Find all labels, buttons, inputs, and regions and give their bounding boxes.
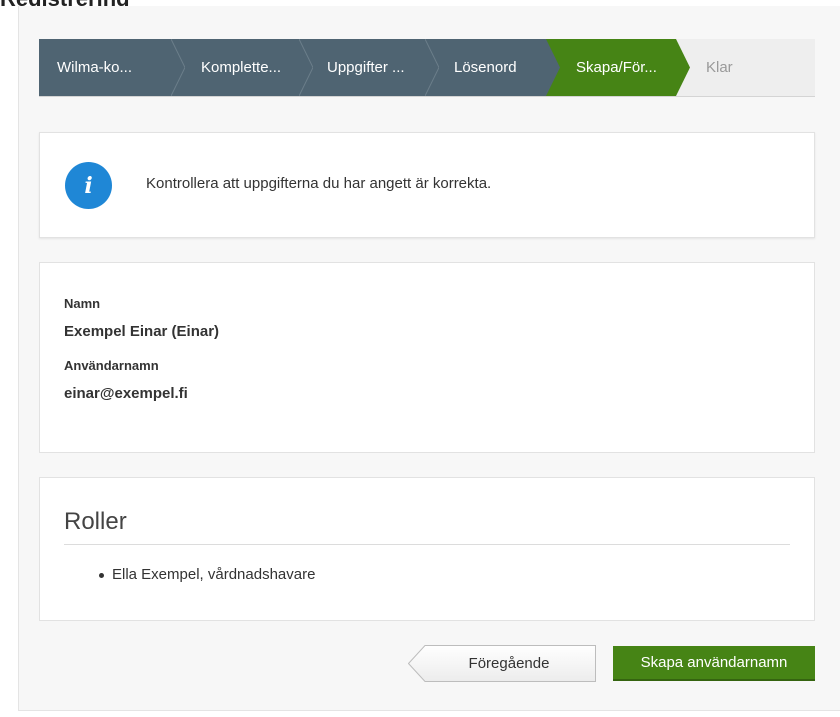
step-label: Uppgifter ... bbox=[327, 59, 405, 76]
name-label: Namn bbox=[64, 296, 101, 311]
user-details-panel: Namn Exempel Einar (Einar) Användarnamn … bbox=[39, 262, 815, 453]
username-value: einar@exempel.fi bbox=[64, 385, 188, 402]
info-panel: i Kontrollera att uppgifterna du har ang… bbox=[39, 132, 815, 238]
step-wilma-code: Wilma-ko... bbox=[39, 39, 185, 96]
roles-heading: Roller bbox=[64, 508, 127, 535]
step-separator bbox=[425, 39, 439, 96]
wizard-stepper: Wilma-ko... Komplette... Uppgifter ... L… bbox=[39, 39, 815, 97]
step-separator bbox=[546, 39, 560, 96]
step-label: Komplette... bbox=[201, 59, 282, 76]
step-separator bbox=[676, 39, 690, 96]
info-icon: i bbox=[65, 162, 112, 209]
roles-list: Ella Exempel, vårdnadshavare bbox=[98, 566, 316, 583]
previous-button[interactable]: Föregående bbox=[408, 645, 596, 682]
info-message: Kontrollera att uppgifterna du har anget… bbox=[146, 175, 492, 192]
name-value: Exempel Einar (Einar) bbox=[64, 323, 220, 340]
roles-panel: Roller Ella Exempel, vårdnadshavare bbox=[39, 477, 815, 621]
step-label: Skapa/För... bbox=[576, 59, 657, 76]
step-complete: Komplette... bbox=[171, 39, 313, 96]
username-label: Användarnamn bbox=[64, 358, 159, 373]
roles-divider bbox=[64, 544, 790, 545]
step-password: Lösenord bbox=[425, 39, 560, 96]
step-create: Skapa/För... bbox=[546, 39, 690, 96]
step-details: Uppgifter ... bbox=[299, 39, 439, 96]
step-label: Lösenord bbox=[454, 59, 517, 76]
step-label: Wilma-ko... bbox=[57, 59, 132, 76]
step-separator bbox=[171, 39, 185, 96]
step-done: Klar bbox=[676, 39, 815, 96]
step-separator bbox=[299, 39, 313, 96]
step-label: Klar bbox=[706, 59, 733, 76]
list-item: Ella Exempel, vårdnadshavare bbox=[98, 566, 316, 583]
create-username-button[interactable]: Skapa användarnamn bbox=[613, 646, 815, 681]
previous-button-label: Föregående bbox=[468, 655, 550, 672]
